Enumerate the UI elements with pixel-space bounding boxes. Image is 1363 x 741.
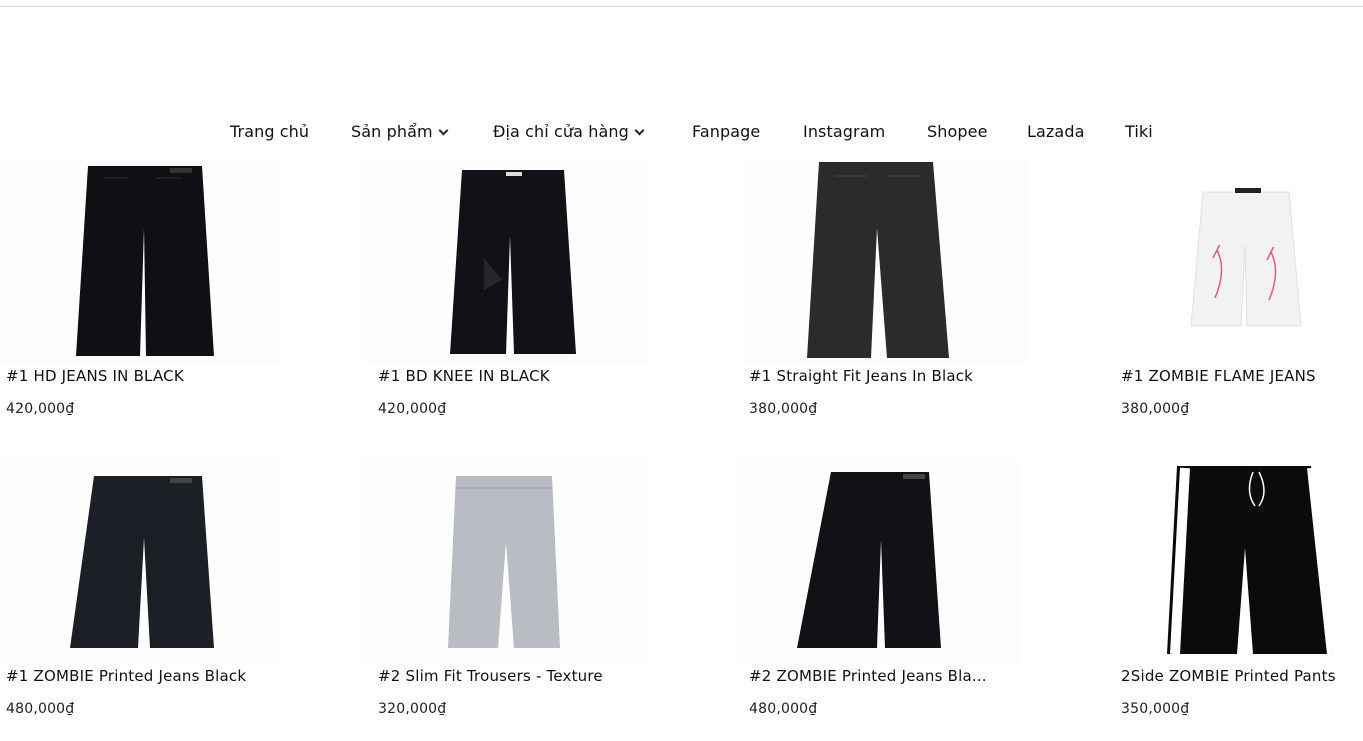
product-card: #1 HD JEANS IN BLACK 420,000₫ xyxy=(0,158,360,428)
product-image[interactable] xyxy=(0,158,280,364)
product-card: #1 BD KNEE IN BLACK 420,000₫ xyxy=(364,158,732,428)
nav-item-home[interactable]: Trang chủ xyxy=(230,122,309,141)
product-card: #1 Straight Fit Jeans In Black 380,000₫ xyxy=(743,158,1103,428)
product-price: 480,000₫ xyxy=(749,701,818,717)
nav-label: Shopee xyxy=(927,122,988,141)
product-title[interactable]: #1 ZOMBIE Printed Jeans Black xyxy=(6,667,246,685)
product-title[interactable]: #1 Straight Fit Jeans In Black xyxy=(749,367,973,385)
nav-label: Fanpage xyxy=(692,122,761,141)
product-image[interactable] xyxy=(743,158,1027,364)
chevron-down-icon xyxy=(438,125,449,136)
nav-label: Sản phẩm xyxy=(351,122,433,141)
header-divider xyxy=(0,6,1363,7)
product-image[interactable] xyxy=(364,458,650,664)
nav-item-fanpage[interactable]: Fanpage xyxy=(692,122,760,141)
product-image[interactable] xyxy=(1115,458,1363,664)
nav-label: Tiki xyxy=(1125,122,1153,141)
nav-item-products[interactable]: Sản phẩm xyxy=(351,122,449,141)
nav-item-tiki[interactable]: Tiki xyxy=(1125,122,1153,141)
product-image[interactable] xyxy=(364,158,650,364)
product-title[interactable]: #1 ZOMBIE FLAME JEANS xyxy=(1121,367,1316,385)
product-title[interactable]: 2Side ZOMBIE Printed Pants xyxy=(1121,667,1336,685)
product-price: 420,000₫ xyxy=(378,401,447,417)
product-card: #1 ZOMBIE FLAME JEANS 380,000₫ xyxy=(1115,158,1363,428)
nav-item-lazada[interactable]: Lazada xyxy=(1027,122,1084,141)
main-nav: Trang chủ Sản phẩm Địa chỉ cửa hàng Fanp… xyxy=(0,118,1363,148)
nav-item-shopee[interactable]: Shopee xyxy=(927,122,988,141)
product-price: 380,000₫ xyxy=(1121,401,1190,417)
product-card: #2 ZOMBIE Printed Jeans Bla... 480,000₫ xyxy=(735,458,1103,728)
product-title[interactable]: #2 Slim Fit Trousers - Texture xyxy=(378,667,603,685)
product-price: 480,000₫ xyxy=(6,701,75,717)
product-price: 420,000₫ xyxy=(6,401,75,417)
nav-label: Địa chỉ cửa hàng xyxy=(493,122,629,141)
product-price: 320,000₫ xyxy=(378,701,447,717)
product-image[interactable] xyxy=(1115,158,1363,364)
nav-label: Trang chủ xyxy=(230,122,310,141)
product-price: 380,000₫ xyxy=(749,401,818,417)
product-image[interactable] xyxy=(0,458,280,664)
nav-label: Lazada xyxy=(1027,122,1085,141)
product-price: 350,000₫ xyxy=(1121,701,1190,717)
product-card: 2Side ZOMBIE Printed Pants 350,000₫ xyxy=(1115,458,1363,728)
product-image[interactable] xyxy=(735,458,1019,664)
product-title[interactable]: #1 BD KNEE IN BLACK xyxy=(378,367,550,385)
product-card: #2 Slim Fit Trousers - Texture 320,000₫ xyxy=(364,458,732,728)
nav-label: Instagram xyxy=(803,122,886,141)
product-title[interactable]: #1 HD JEANS IN BLACK xyxy=(6,367,184,385)
product-card: #1 ZOMBIE Printed Jeans Black 480,000₫ xyxy=(0,458,360,728)
nav-item-instagram[interactable]: Instagram xyxy=(803,122,885,141)
nav-item-store-address[interactable]: Địa chỉ cửa hàng xyxy=(493,122,645,141)
product-title[interactable]: #2 ZOMBIE Printed Jeans Bla... xyxy=(749,667,987,685)
chevron-down-icon xyxy=(634,125,645,136)
